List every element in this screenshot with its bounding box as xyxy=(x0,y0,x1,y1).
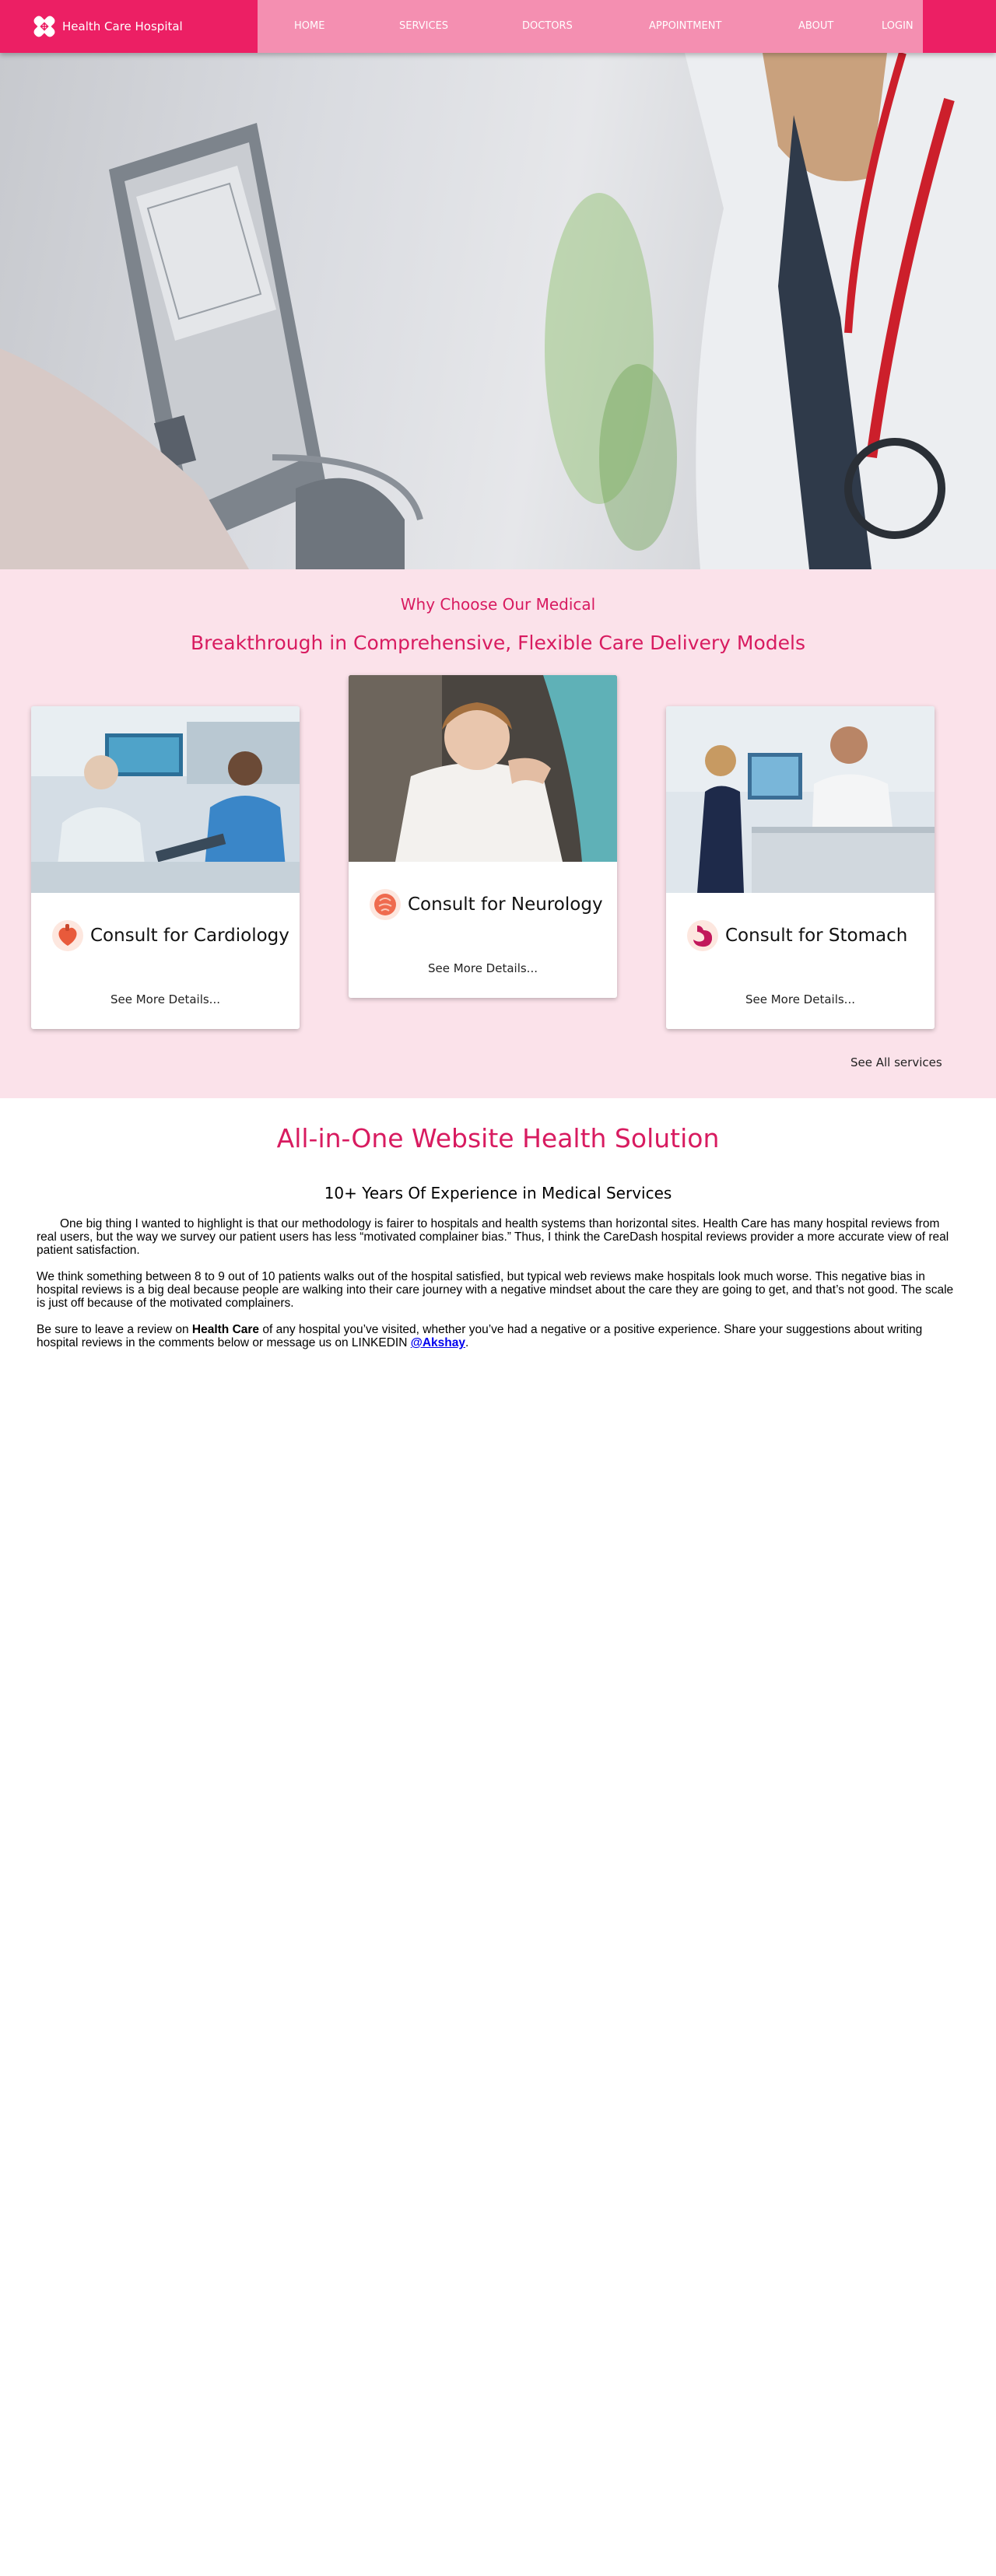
card-title: Consult for Neurology xyxy=(408,894,603,915)
p3-prefix: Be sure to leave a review on xyxy=(37,1323,192,1336)
navbar: Health Care Hospital HOME SERVICES DOCTO… xyxy=(0,0,996,53)
stomach-photo xyxy=(666,706,935,893)
brain-icon xyxy=(370,889,401,920)
card-title: Consult for Stomach xyxy=(725,926,908,946)
aio-paragraph-1: One big thing I wanted to highlight is t… xyxy=(37,1217,949,1257)
nav-login[interactable]: LOGIN xyxy=(882,0,914,53)
hero-banner xyxy=(0,53,996,569)
cardiology-photo xyxy=(31,706,300,893)
nav-links: HOME SERVICES DOCTORS APPOINTMENT ABOUT xyxy=(258,0,923,53)
nav-doctors[interactable]: DOCTORS xyxy=(522,0,573,53)
stomach-icon xyxy=(687,920,718,951)
brand[interactable]: Health Care Hospital xyxy=(0,0,258,53)
card-stomach[interactable]: Consult for Stomach See More Details... xyxy=(666,706,935,1029)
why-choose-section: Why Choose Our Medical Breakthrough in C… xyxy=(0,569,996,1098)
card-header: Consult for Cardiology xyxy=(31,916,300,955)
linkedin-link[interactable]: @Akshay xyxy=(411,1336,465,1349)
nav-services[interactable]: SERVICES xyxy=(399,0,448,53)
aio-title: All-in-One Website Health Solution xyxy=(276,1123,720,1153)
why-subtitle: Why Choose Our Medical xyxy=(400,595,596,614)
aio-paragraph-3: Be sure to leave a review on Health Care… xyxy=(37,1323,959,1349)
neurology-photo xyxy=(349,675,617,862)
card-cardiology[interactable]: Consult for Cardiology See More Details.… xyxy=(31,706,300,1029)
p3-bold: Health Care xyxy=(191,1323,260,1336)
card-neurology[interactable]: Consult for Neurology See More Details..… xyxy=(349,675,617,998)
bandage-logo-icon xyxy=(33,16,55,37)
nav-appointment[interactable]: APPOINTMENT xyxy=(649,0,721,53)
hero-image xyxy=(0,53,996,569)
see-more-link[interactable]: See More Details... xyxy=(349,961,617,975)
p3-end: . xyxy=(465,1336,469,1349)
brand-name: Health Care Hospital xyxy=(62,19,183,33)
see-more-link[interactable]: See More Details... xyxy=(31,992,300,1006)
heart-icon xyxy=(52,920,83,951)
nav-home[interactable]: HOME xyxy=(294,0,324,53)
card-header: Consult for Neurology xyxy=(349,885,617,924)
why-title: Breakthrough in Comprehensive, Flexible … xyxy=(191,632,805,654)
aio-paragraph-2: We think something between 8 to 9 out of… xyxy=(37,1270,954,1310)
card-header: Consult for Stomach xyxy=(666,916,935,955)
aio-subtitle: 10+ Years Of Experience in Medical Servi… xyxy=(324,1184,672,1202)
see-all-services-link[interactable]: See All services xyxy=(850,1055,942,1069)
nav-right-block xyxy=(923,0,996,53)
card-title: Consult for Cardiology xyxy=(90,926,289,946)
see-more-link[interactable]: See More Details... xyxy=(666,992,935,1006)
aio-body: One big thing I wanted to highlight is t… xyxy=(37,1217,959,1363)
nav-about[interactable]: ABOUT xyxy=(798,0,833,53)
